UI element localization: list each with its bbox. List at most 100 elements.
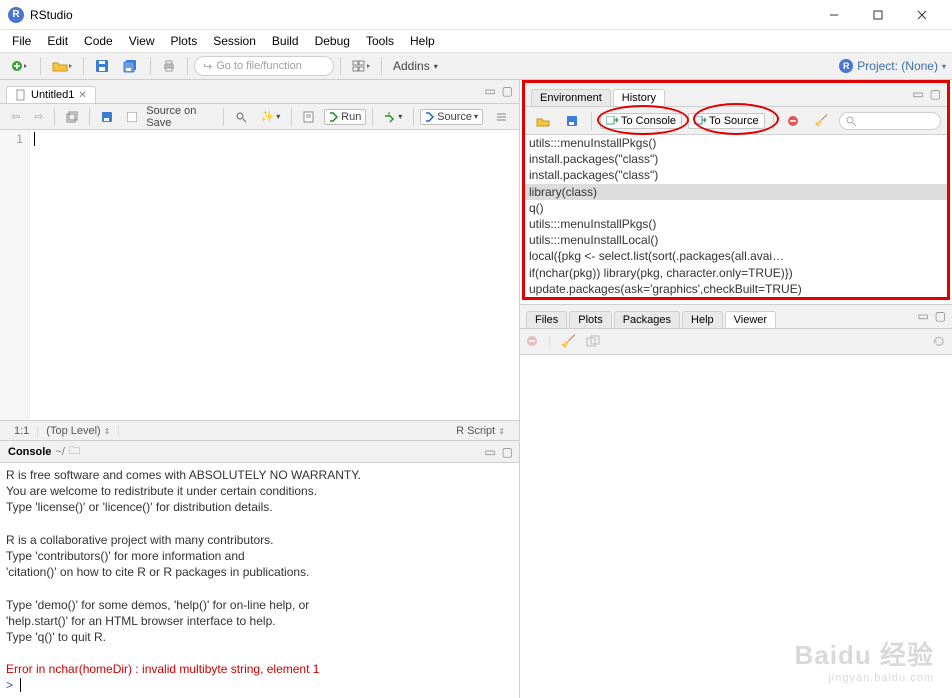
viewer-toolbar: | 🧹: [520, 329, 952, 355]
save-source-button[interactable]: [96, 109, 118, 125]
history-item[interactable]: utils:::menuInstallPkgs(): [525, 135, 947, 151]
maximize-button[interactable]: [856, 1, 900, 29]
save-history-button[interactable]: [561, 113, 583, 129]
history-list[interactable]: utils:::menuInstallPkgs() install.packag…: [525, 135, 947, 297]
save-button[interactable]: [90, 55, 114, 77]
source-editor[interactable]: 1: [0, 130, 519, 420]
history-toolbar: To Console To Source 🧹: [525, 107, 947, 135]
lang-selector[interactable]: R Script ⇕: [448, 425, 513, 437]
tab-history[interactable]: History: [613, 89, 665, 106]
history-item[interactable]: install.packages("class"): [525, 151, 947, 167]
show-in-new-window-button[interactable]: [61, 109, 83, 125]
source-button[interactable]: Source ▾: [420, 109, 483, 125]
menu-debug[interactable]: Debug: [307, 32, 358, 50]
menu-file[interactable]: File: [4, 32, 39, 50]
maximize-console-icon[interactable]: ▢: [502, 445, 513, 459]
remove-entry-button[interactable]: [782, 113, 804, 129]
minimize-viewer-icon[interactable]: ▭: [917, 309, 928, 323]
source-status-bar: 1:1 (Top Level) ⇕ R Script ⇕: [0, 420, 519, 440]
clear-viewer-button[interactable]: 🧹: [561, 334, 576, 348]
maximize-viewer-icon[interactable]: ▢: [935, 309, 946, 323]
menu-view[interactable]: View: [121, 32, 163, 50]
minimize-env-icon[interactable]: ▭: [912, 87, 923, 101]
outline-button[interactable]: [491, 109, 513, 125]
search-icon: [846, 116, 856, 126]
history-item[interactable]: install.packages("class"): [525, 167, 947, 183]
history-item[interactable]: update.packages(ask='graphics',checkBuil…: [525, 281, 947, 297]
tab-packages[interactable]: Packages: [614, 311, 680, 328]
minimize-console-icon[interactable]: ▭: [484, 445, 495, 459]
tab-environment[interactable]: Environment: [531, 89, 611, 106]
scope-selector[interactable]: (Top Level) ⇕: [38, 425, 119, 437]
source-icon: [425, 112, 435, 122]
menu-tools[interactable]: Tools: [358, 32, 402, 50]
console-title: Console: [8, 446, 51, 458]
run-button[interactable]: Run: [324, 109, 366, 125]
code-area[interactable]: [30, 130, 519, 420]
history-item-selected[interactable]: library(class): [525, 184, 947, 200]
maximize-pane-icon[interactable]: ▢: [502, 84, 513, 98]
to-console-icon: [606, 116, 618, 126]
source-tabs: Untitled1 ✕ ▭ ▢: [0, 80, 519, 104]
env-tabs: Environment History ▭ ▢: [525, 83, 947, 107]
find-button[interactable]: [230, 109, 252, 125]
menu-bar: File Edit Code View Plots Session Build …: [0, 30, 952, 52]
history-item[interactable]: utils:::menuInstallLocal(): [525, 232, 947, 248]
forward-button[interactable]: ⇨: [29, 108, 48, 125]
tab-files[interactable]: Files: [526, 311, 567, 328]
export-viewer-button[interactable]: [586, 335, 600, 347]
close-tab-icon[interactable]: ✕: [78, 90, 86, 101]
history-item[interactable]: if(nchar(pkg)) library(pkg, character.on…: [525, 265, 947, 281]
menu-build[interactable]: Build: [264, 32, 307, 50]
to-source-button[interactable]: To Source: [688, 113, 765, 129]
console-output[interactable]: R is free software and comes with ABSOLU…: [0, 463, 519, 698]
history-pane: Environment History ▭ ▢ To Console To So…: [522, 80, 950, 300]
source-tab-label: Untitled1: [31, 89, 74, 101]
source-on-save-checkbox[interactable]: [122, 110, 142, 124]
remove-viewer-button[interactable]: [526, 335, 538, 347]
maximize-env-icon[interactable]: ▢: [930, 87, 941, 101]
console-header: Console ~/ 🗀 ▭ ▢: [0, 441, 519, 463]
back-button[interactable]: ⇦: [6, 108, 25, 125]
addins-button[interactable]: Addins ▾: [388, 55, 443, 77]
compile-report-button[interactable]: [298, 109, 320, 125]
refresh-viewer-button[interactable]: [932, 334, 946, 348]
goto-file-function-input[interactable]: ↪Go to file/function: [194, 56, 334, 76]
console-path: ~/: [55, 446, 64, 458]
tab-viewer[interactable]: Viewer: [725, 311, 776, 328]
menu-code[interactable]: Code: [76, 32, 121, 50]
source-toolbar: ⇦ ⇨ Source on Save ✨▾ Run ▾: [0, 104, 519, 130]
rerun-button[interactable]: ▾: [379, 109, 407, 125]
source-tab-untitled1[interactable]: Untitled1 ✕: [6, 86, 96, 103]
to-source-label: To Source: [709, 115, 759, 127]
minimize-pane-icon[interactable]: ▭: [484, 84, 495, 98]
menu-plots[interactable]: Plots: [163, 32, 206, 50]
print-button[interactable]: [157, 55, 181, 77]
run-icon: [329, 112, 339, 122]
tab-plots[interactable]: Plots: [569, 311, 611, 328]
new-file-button[interactable]: [6, 55, 34, 77]
history-search-input[interactable]: [839, 112, 941, 130]
to-console-button[interactable]: To Console: [600, 113, 682, 129]
clear-history-button[interactable]: 🧹: [810, 112, 834, 129]
menu-help[interactable]: Help: [402, 32, 443, 50]
minimize-button[interactable]: [812, 1, 856, 29]
load-history-button[interactable]: [531, 113, 555, 129]
window-title: RStudio: [30, 8, 812, 22]
viewer-pane: Files Plots Packages Help Viewer ▭ ▢ | 🧹: [520, 304, 952, 698]
history-item[interactable]: utils:::menuInstallPkgs(): [525, 216, 947, 232]
open-file-button[interactable]: [47, 55, 77, 77]
tab-help[interactable]: Help: [682, 311, 723, 328]
window-controls: [812, 1, 944, 29]
file-icon: [15, 89, 27, 101]
history-item[interactable]: q(): [525, 200, 947, 216]
grid-button[interactable]: [347, 55, 375, 77]
menu-edit[interactable]: Edit: [39, 32, 76, 50]
project-selector[interactable]: R Project: (None) ▾: [839, 59, 946, 73]
wand-button[interactable]: ✨▾: [256, 108, 286, 125]
history-item[interactable]: local({pkg <- select.list(sort(.packages…: [525, 248, 947, 264]
source-on-save-label: Source on Save: [146, 105, 216, 129]
close-button[interactable]: [900, 1, 944, 29]
save-all-button[interactable]: [118, 55, 144, 77]
menu-session[interactable]: Session: [205, 32, 264, 50]
